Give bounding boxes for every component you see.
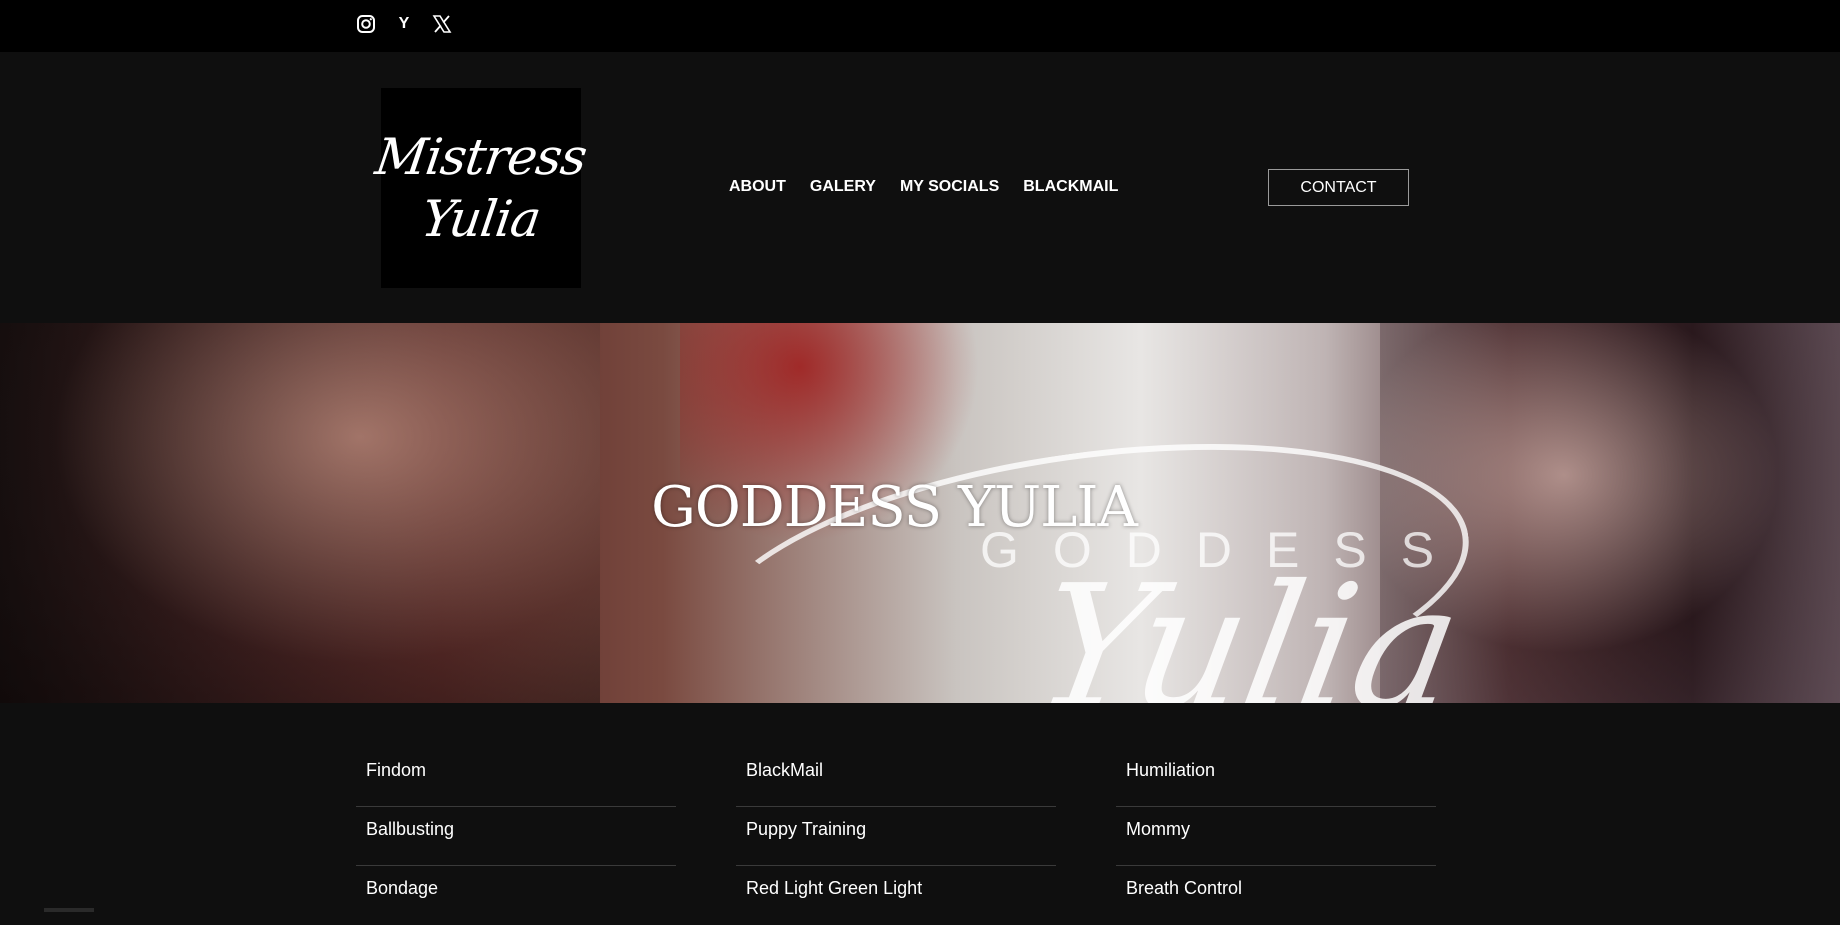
scroll-indicator [44,908,94,912]
category-red-light-green-light[interactable]: Red Light Green Light [736,866,1056,925]
y-icon[interactable]: Y [392,12,416,36]
category-breath-control[interactable]: Breath Control [1116,866,1436,925]
social-icons: Y [354,12,454,36]
hero-script-text: Yulia [1022,549,1475,703]
category-grid: Findom BlackMail Humiliation Ballbusting… [356,748,1436,925]
x-icon[interactable] [430,12,454,36]
logo-line-2: Yulia [418,190,544,248]
category-ballbusting[interactable]: Ballbusting [356,807,676,866]
instagram-icon[interactable] [354,12,378,36]
top-bar: Y [0,0,1840,52]
nav-about[interactable]: ABOUT [729,178,786,196]
y-glyph: Y [398,15,410,32]
logo-line-1: Mistress [372,128,590,186]
main-nav: ABOUT GALERY MY SOCIALS BLACKMAIL [729,178,1118,196]
category-findom[interactable]: Findom [356,748,676,807]
nav-galery[interactable]: GALERY [810,178,876,196]
contact-button[interactable]: CONTACT [1268,169,1409,206]
category-blackmail[interactable]: BlackMail [736,748,1056,807]
category-bondage[interactable]: Bondage [356,866,676,925]
category-humiliation[interactable]: Humiliation [1116,748,1436,807]
category-puppy-training[interactable]: Puppy Training [736,807,1056,866]
nav-my-socials[interactable]: MY SOCIALS [900,178,999,196]
hero-banner: GODDESS Yulia GODDESS YULIA [0,323,1840,703]
category-mommy[interactable]: Mommy [1116,807,1436,866]
site-logo[interactable]: Mistress Yulia [372,88,590,288]
hero-title: GODDESS YULIA [651,475,1138,540]
site-header: Mistress Yulia ABOUT GALERY MY SOCIALS B… [0,52,1840,323]
nav-blackmail[interactable]: BLACKMAIL [1023,178,1118,196]
